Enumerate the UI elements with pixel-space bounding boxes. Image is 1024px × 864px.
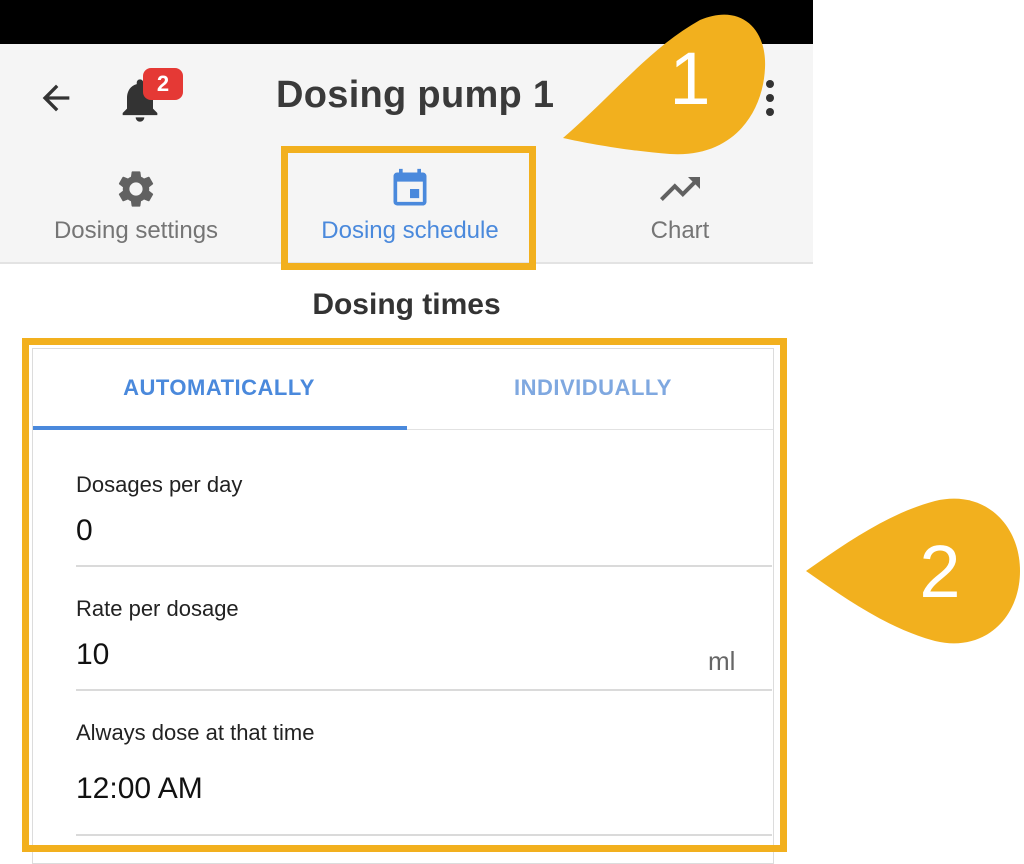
gear-icon xyxy=(118,171,154,207)
callout-number: 1 xyxy=(669,37,711,120)
section-title: Dosing times xyxy=(312,288,501,321)
tab-chart[interactable]: Chart xyxy=(550,165,810,261)
arrow-left-icon xyxy=(42,84,70,112)
highlight-box-card xyxy=(22,338,787,852)
highlight-box-tab xyxy=(281,146,536,270)
callout-marker-2: 2 xyxy=(800,495,1022,647)
callout-marker-1: 1 xyxy=(555,8,770,158)
tab-label: Chart xyxy=(650,217,710,244)
page-title: Dosing pump 1 xyxy=(276,74,555,116)
tab-dosing-settings[interactable]: Dosing settings xyxy=(6,165,266,261)
notification-badge: 2 xyxy=(143,68,183,100)
tab-label: Dosing settings xyxy=(53,217,219,244)
back-button[interactable] xyxy=(30,75,82,121)
callout-number: 2 xyxy=(919,530,961,613)
trending-up-icon xyxy=(660,177,700,201)
